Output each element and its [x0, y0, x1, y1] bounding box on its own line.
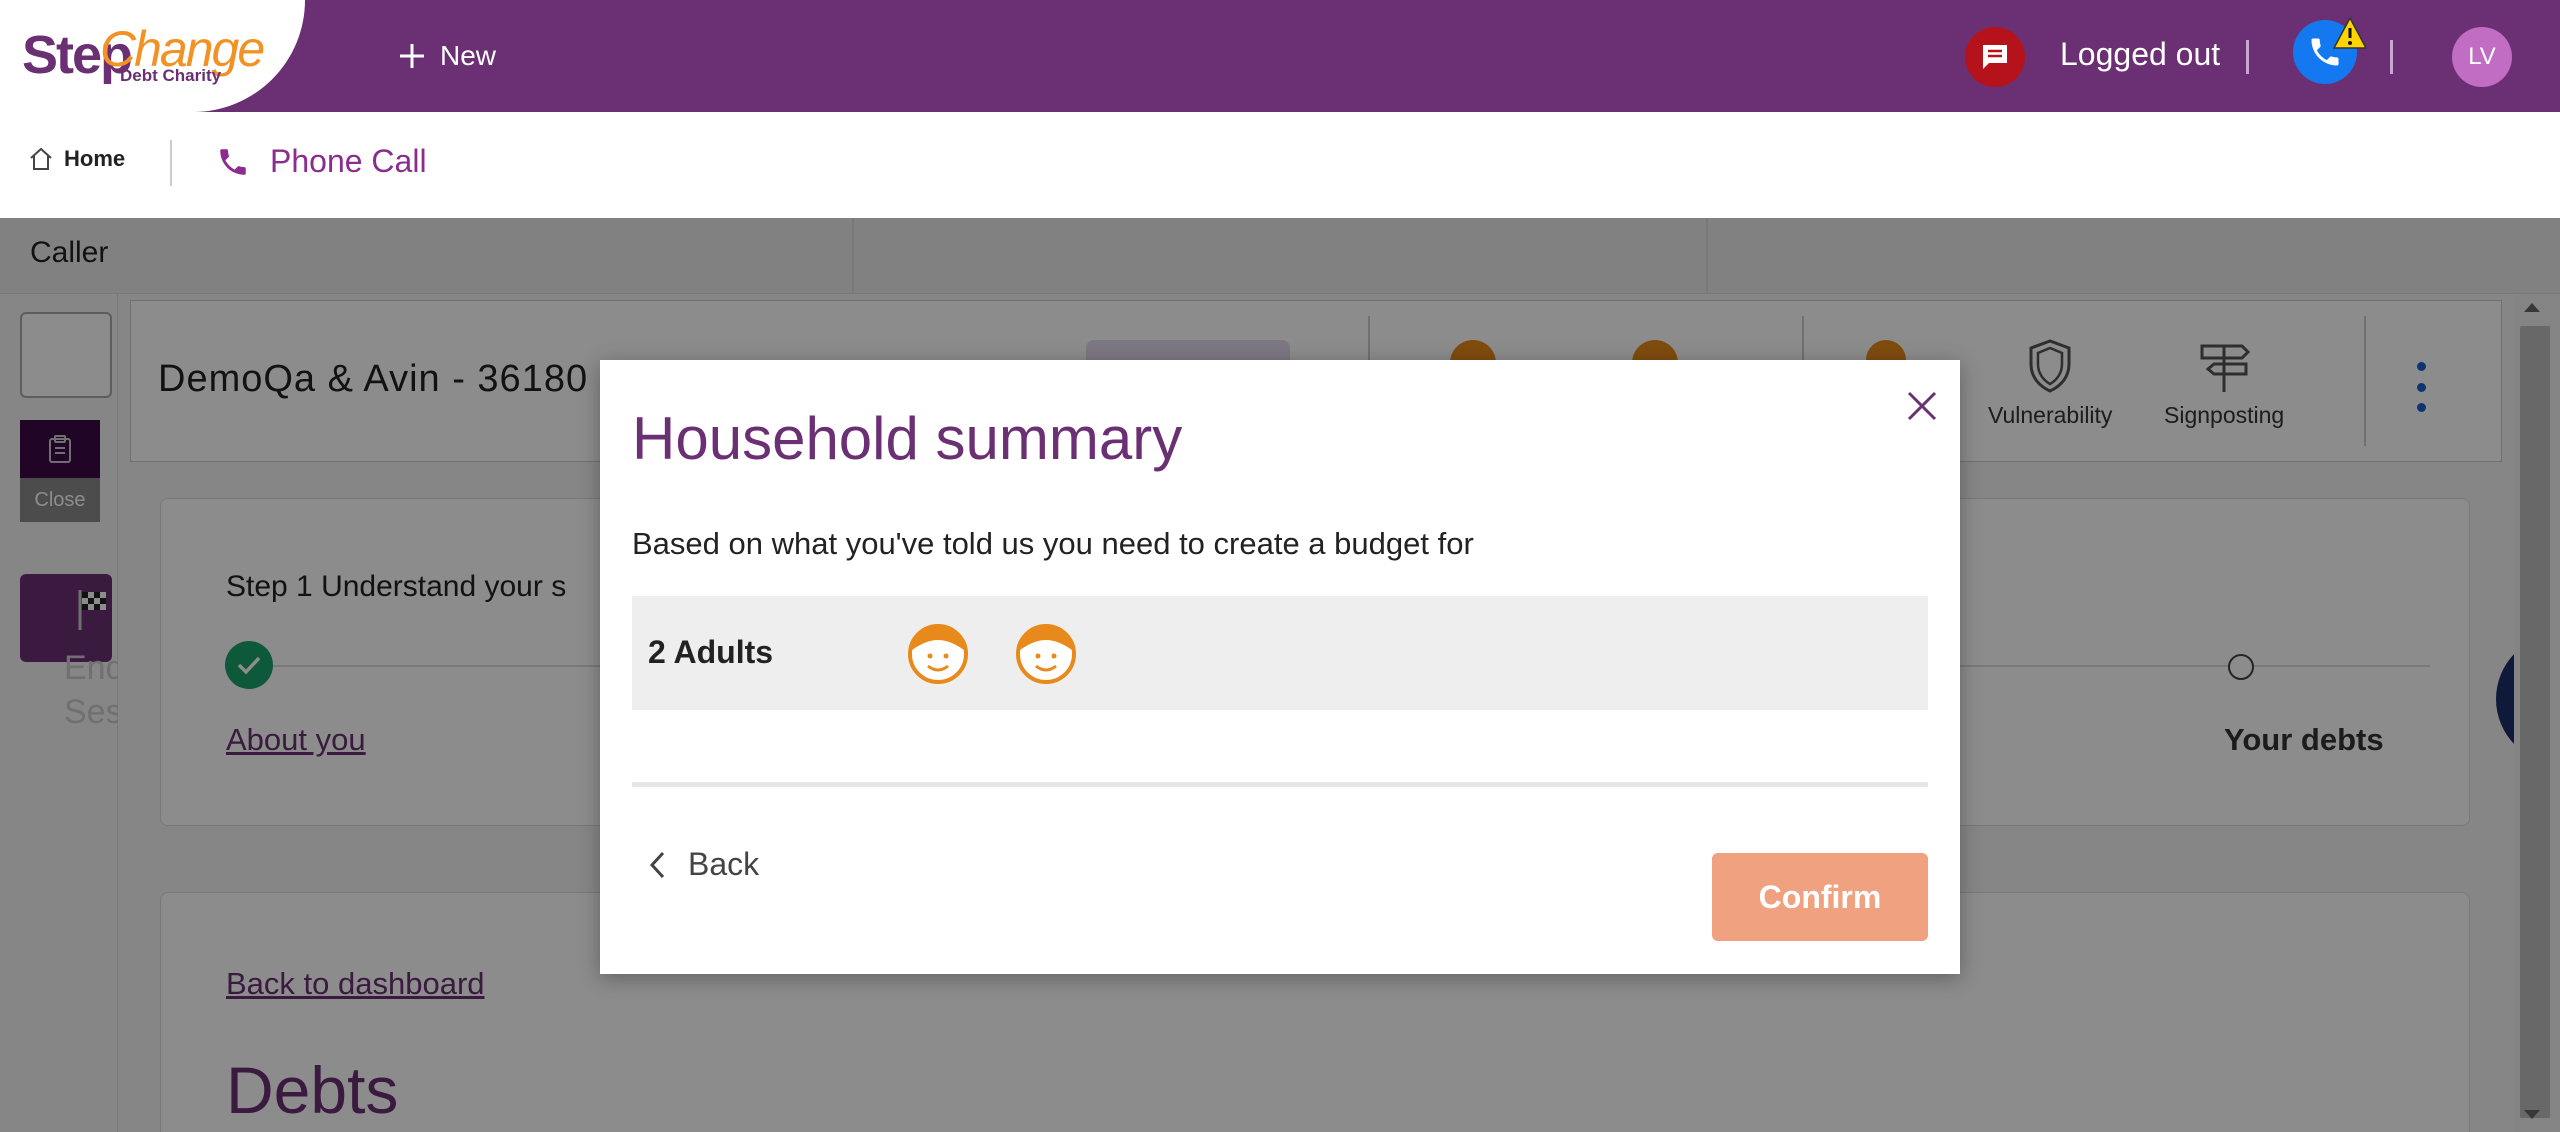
phone-call-label: Phone Call	[270, 143, 427, 179]
household-row	[632, 596, 1928, 710]
home-label: Home	[64, 146, 126, 171]
tab-phone-call[interactable]: Phone Call	[216, 143, 427, 180]
chat-button[interactable]	[1965, 27, 2025, 87]
close-icon[interactable]	[1904, 388, 1940, 424]
chat-icon	[1983, 45, 2007, 69]
home-link[interactable]: Home	[28, 146, 125, 172]
adult-face-icon	[908, 624, 968, 684]
back-label: Back	[688, 846, 760, 882]
confirm-button[interactable]: Confirm	[1712, 853, 1928, 941]
back-button[interactable]: Back	[648, 846, 759, 883]
logo-subtitle: Debt Charity	[120, 66, 222, 85]
chevron-left-icon	[649, 851, 665, 878]
dialog-description: Based on what you've told us you need to…	[632, 526, 1474, 561]
divider	[2390, 40, 2393, 74]
new-button[interactable]: New	[398, 34, 496, 78]
household-count-label: 2 Adults	[648, 634, 774, 670]
divider	[170, 140, 172, 186]
divider	[2246, 40, 2249, 74]
dialog-divider	[632, 782, 1928, 787]
phone-icon	[220, 148, 246, 175]
adult-face-icon	[1016, 624, 1076, 684]
dialog-title: Household summary	[632, 405, 1183, 472]
warning-icon	[2332, 16, 2368, 49]
user-avatar[interactable]: LV	[2452, 27, 2512, 87]
new-button-label: New	[440, 40, 497, 71]
home-icon	[30, 147, 52, 170]
plus-icon	[400, 44, 424, 68]
agent-status-text[interactable]: Logged out	[2060, 36, 2220, 73]
